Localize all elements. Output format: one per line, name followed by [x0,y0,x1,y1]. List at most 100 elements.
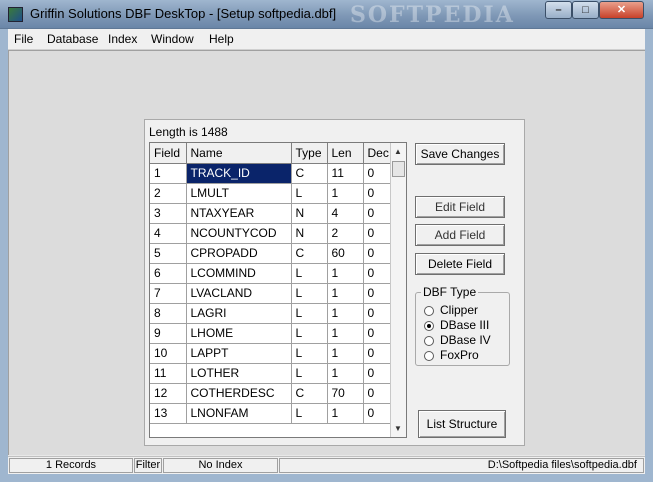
table-row[interactable]: 1 TRACK_ID C 11 0 [150,163,394,184]
dbf-type-option[interactable]: DBase III [424,318,489,333]
radio-button-icon[interactable] [424,335,434,346]
cell-field-type[interactable]: L [291,343,328,364]
cell-field-len[interactable]: 60 [327,243,364,264]
table-row[interactable]: 8 LAGRI L 1 0 [150,303,394,324]
table-row[interactable]: 4 NCOUNTYCOD N 2 0 [150,223,394,244]
cell-field-name[interactable]: LCOMMIND [186,263,292,284]
delete-field-button[interactable]: Delete Field [415,253,505,275]
cell-field-len[interactable]: 1 [327,343,364,364]
dbf-type-option[interactable]: DBase IV [424,333,491,348]
cell-field-number[interactable]: 5 [150,243,187,264]
cell-field-dec[interactable]: 0 [363,163,394,184]
menu-help[interactable]: Help [209,32,234,46]
cell-field-len[interactable]: 1 [327,363,364,384]
cell-field-number[interactable]: 9 [150,323,187,344]
minimize-button[interactable]: – [545,1,572,19]
cell-field-name[interactable]: LMULT [186,183,292,204]
cell-field-name[interactable]: LOTHER [186,363,292,384]
cell-field-type[interactable]: L [291,323,328,344]
column-header-field[interactable]: Field [150,143,187,164]
column-header-name[interactable]: Name [186,143,292,164]
cell-field-name[interactable]: NCOUNTYCOD [186,223,292,244]
cell-field-dec[interactable]: 0 [363,263,394,284]
list-structure-button[interactable]: List Structure [418,410,506,438]
cell-field-len[interactable]: 11 [327,163,364,184]
cell-field-number[interactable]: 4 [150,223,187,244]
cell-field-type[interactable]: N [291,223,328,244]
cell-field-len[interactable]: 4 [327,203,364,224]
scroll-up-icon[interactable]: ▲ [394,147,402,156]
scroll-down-icon[interactable]: ▼ [394,424,402,433]
cell-field-type[interactable]: N [291,203,328,224]
menu-window[interactable]: Window [151,32,194,46]
table-row[interactable]: 12 COTHERDESC C 70 0 [150,383,394,404]
edit-field-button[interactable]: Edit Field [415,196,505,218]
table-row[interactable]: 10 LAPPT L 1 0 [150,343,394,364]
cell-field-type[interactable]: L [291,183,328,204]
table-row[interactable]: 6 LCOMMIND L 1 0 [150,263,394,284]
cell-field-dec[interactable]: 0 [363,203,394,224]
table-row[interactable]: 2 LMULT L 1 0 [150,183,394,204]
column-header-dec[interactable]: Dec [363,143,394,164]
cell-field-dec[interactable]: 0 [363,383,394,404]
cell-field-type[interactable]: C [291,383,328,404]
grid-vertical-scrollbar[interactable]: ▲ ▼ [390,143,406,437]
cell-field-name[interactable]: LHOME [186,323,292,344]
table-row[interactable]: 11 LOTHER L 1 0 [150,363,394,384]
column-header-len[interactable]: Len [327,143,364,164]
cell-field-dec[interactable]: 0 [363,183,394,204]
cell-field-len[interactable]: 1 [327,183,364,204]
cell-field-len[interactable]: 1 [327,403,364,424]
cell-field-number[interactable]: 2 [150,183,187,204]
cell-field-number[interactable]: 10 [150,343,187,364]
cell-field-dec[interactable]: 0 [363,283,394,304]
table-row[interactable]: 9 LHOME L 1 0 [150,323,394,344]
menu-index[interactable]: Index [108,32,137,46]
cell-field-dec[interactable]: 0 [363,343,394,364]
table-row[interactable]: 13 LNONFAM L 1 0 [150,403,394,424]
dbf-type-option[interactable]: Clipper [424,303,478,318]
menu-database[interactable]: Database [47,32,98,46]
dbf-type-option[interactable]: FoxPro [424,348,479,363]
cell-field-name[interactable]: LAPPT [186,343,292,364]
cell-field-number[interactable]: 12 [150,383,187,404]
cell-field-name[interactable]: COTHERDESC [186,383,292,404]
cell-field-type[interactable]: L [291,363,328,384]
radio-button-icon[interactable] [424,320,434,331]
cell-field-len[interactable]: 1 [327,283,364,304]
cell-field-number[interactable]: 11 [150,363,187,384]
table-row[interactable]: 7 LVACLAND L 1 0 [150,283,394,304]
radio-button-icon[interactable] [424,350,434,361]
cell-field-name[interactable]: LNONFAM [186,403,292,424]
cell-field-name[interactable]: TRACK_ID [186,163,292,184]
cell-field-name[interactable]: NTAXYEAR [186,203,292,224]
cell-field-type[interactable]: C [291,163,328,184]
cell-field-number[interactable]: 13 [150,403,187,424]
cell-field-type[interactable]: L [291,263,328,284]
cell-field-dec[interactable]: 0 [363,223,394,244]
cell-field-dec[interactable]: 0 [363,303,394,324]
cell-field-len[interactable]: 1 [327,263,364,284]
cell-field-len[interactable]: 1 [327,323,364,344]
cell-field-number[interactable]: 3 [150,203,187,224]
cell-field-name[interactable]: LAGRI [186,303,292,324]
cell-field-name[interactable]: CPROPADD [186,243,292,264]
cell-field-number[interactable]: 1 [150,163,187,184]
maximize-button[interactable]: □ [572,1,599,19]
cell-field-dec[interactable]: 0 [363,363,394,384]
table-row[interactable]: 5 CPROPADD C 60 0 [150,243,394,264]
cell-field-len[interactable]: 1 [327,303,364,324]
menu-file[interactable]: File [14,32,33,46]
cell-field-number[interactable]: 7 [150,283,187,304]
cell-field-type[interactable]: L [291,303,328,324]
cell-field-number[interactable]: 8 [150,303,187,324]
table-row[interactable]: 3 NTAXYEAR N 4 0 [150,203,394,224]
save-changes-button[interactable]: Save Changes [415,143,505,165]
cell-field-type[interactable]: L [291,283,328,304]
cell-field-number[interactable]: 6 [150,263,187,284]
cell-field-len[interactable]: 2 [327,223,364,244]
column-header-type[interactable]: Type [291,143,328,164]
cell-field-type[interactable]: L [291,403,328,424]
radio-button-icon[interactable] [424,305,434,316]
cell-field-type[interactable]: C [291,243,328,264]
